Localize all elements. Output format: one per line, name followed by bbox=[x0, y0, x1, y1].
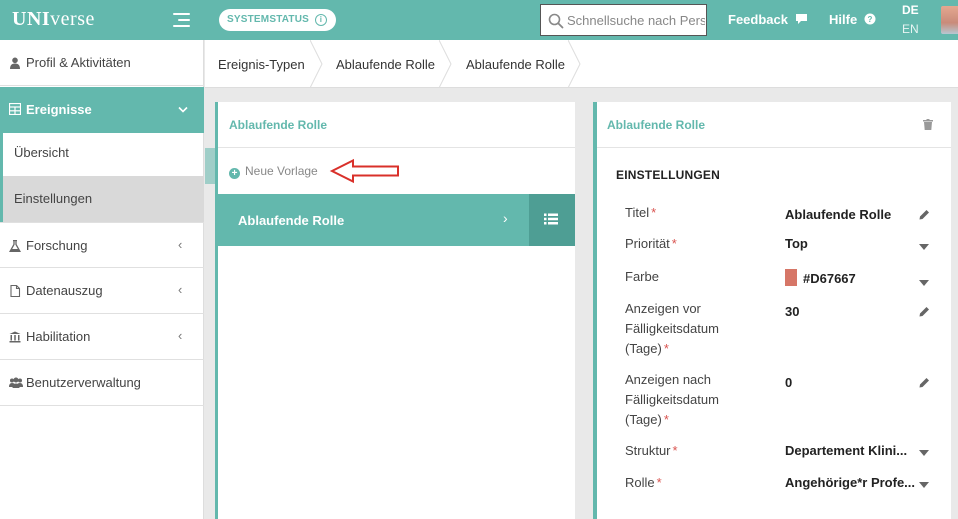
field-label-priority: Priorität * bbox=[625, 236, 677, 251]
color-swatch bbox=[785, 269, 797, 286]
quick-search[interactable] bbox=[540, 4, 707, 36]
search-icon bbox=[548, 13, 564, 29]
caret-down-icon[interactable] bbox=[919, 450, 929, 456]
feedback-link[interactable]: Feedback bbox=[728, 12, 808, 27]
table-icon bbox=[9, 103, 21, 115]
chevron-left-icon: ‹ bbox=[178, 282, 183, 297]
pencil-icon[interactable] bbox=[919, 377, 930, 388]
breadcrumb: Ereignis-Typen Ablaufende Rolle Ablaufen… bbox=[205, 40, 958, 88]
chevron-left-icon: ‹ bbox=[178, 328, 183, 343]
breadcrumb-separator bbox=[439, 40, 452, 88]
panel-header: Ablaufende Rolle bbox=[597, 102, 951, 148]
users-icon bbox=[9, 377, 23, 388]
sidebar: Profil & Aktivitäten Ereignisse Übersich… bbox=[0, 40, 204, 519]
search-input[interactable] bbox=[567, 5, 705, 35]
plus-circle-icon: + bbox=[229, 168, 240, 179]
user-icon bbox=[10, 57, 20, 69]
brand-area: UNIverse bbox=[0, 0, 204, 40]
breadcrumb-separator bbox=[568, 40, 581, 88]
chevron-down-icon bbox=[178, 106, 188, 113]
field-label-color: Farbe bbox=[625, 269, 659, 284]
sidebar-item-research[interactable]: Forschung ‹ bbox=[0, 222, 204, 268]
file-icon bbox=[10, 285, 21, 297]
panel-accent bbox=[205, 148, 215, 184]
field-value-show-before[interactable]: 30 bbox=[785, 304, 799, 319]
field-value-structure[interactable]: Departement Klini... bbox=[785, 443, 907, 458]
breadcrumb-item[interactable]: Ereignis-Typen bbox=[218, 57, 305, 72]
brand-logo[interactable]: UNIverse bbox=[12, 8, 95, 31]
help-link[interactable]: Hilfe ? bbox=[829, 12, 876, 27]
sidebar-subitem-settings[interactable]: Einstellungen bbox=[0, 176, 204, 222]
sidebar-item-user-management[interactable]: Benutzerverwaltung bbox=[0, 360, 204, 406]
field-value-title[interactable]: Ablaufende Rolle bbox=[785, 207, 891, 222]
menu-toggle-icon[interactable] bbox=[173, 13, 190, 27]
list-item[interactable]: Ablaufende Rolle › bbox=[218, 194, 575, 246]
info-icon: i bbox=[315, 14, 327, 26]
breadcrumb-item[interactable]: Ablaufende Rolle bbox=[336, 57, 435, 72]
svg-text:?: ? bbox=[867, 15, 872, 24]
trash-icon[interactable] bbox=[923, 119, 933, 130]
lang-en[interactable]: EN bbox=[902, 22, 919, 36]
sidebar-item-events[interactable]: Ereignisse bbox=[0, 87, 204, 133]
template-list-panel: Ablaufende Rolle + Neue Vorlage Ablaufend… bbox=[215, 102, 575, 519]
breadcrumb-separator bbox=[310, 40, 323, 88]
avatar[interactable] bbox=[941, 6, 958, 34]
chevron-right-icon: › bbox=[503, 210, 508, 226]
caret-down-icon[interactable] bbox=[919, 482, 929, 488]
sidebar-item-profile[interactable]: Profil & Aktivitäten bbox=[0, 40, 204, 86]
question-icon: ? bbox=[864, 13, 876, 25]
chevron-left-icon: ‹ bbox=[178, 237, 183, 252]
field-value-show-after[interactable]: 0 bbox=[785, 375, 792, 390]
system-status-badge[interactable]: SYSTEMSTATUS i bbox=[219, 9, 336, 31]
list-action-button[interactable] bbox=[529, 194, 575, 246]
panel-header: Ablaufende Rolle bbox=[218, 102, 575, 148]
sidebar-subitem-overview[interactable]: Übersicht bbox=[0, 130, 204, 176]
field-label-show-after: Anzeigen nach Fälligkeitsdatum (Tage) * bbox=[625, 372, 719, 427]
pencil-icon[interactable] bbox=[919, 209, 930, 220]
sidebar-item-data-export[interactable]: Datenauszug ‹ bbox=[0, 268, 204, 314]
settings-panel: Ablaufende Rolle EINSTELLUNGEN Titel * Ab… bbox=[593, 102, 951, 519]
panel-title: Ablaufende Rolle bbox=[229, 118, 328, 132]
sidebar-item-habilitation[interactable]: Habilitation ‹ bbox=[0, 314, 204, 360]
breadcrumb-item[interactable]: Ablaufende Rolle bbox=[466, 57, 565, 72]
panel-title: Ablaufende Rolle bbox=[607, 118, 706, 132]
arrow-annotation-icon bbox=[329, 158, 399, 184]
field-label-show-before: Anzeigen vor Fälligkeitsdatum (Tage) * bbox=[625, 301, 719, 356]
lang-de[interactable]: DE bbox=[902, 3, 919, 17]
pencil-icon[interactable] bbox=[919, 306, 930, 317]
field-label-structure: Struktur * bbox=[625, 443, 678, 458]
list-icon bbox=[544, 213, 558, 225]
caret-down-icon[interactable] bbox=[919, 280, 929, 286]
field-value-role[interactable]: Angehörige*r Profe... bbox=[785, 475, 915, 490]
field-label-role: Rolle * bbox=[625, 475, 662, 490]
field-value-priority[interactable]: Top bbox=[785, 236, 808, 251]
comment-icon bbox=[795, 14, 807, 24]
section-title: EINSTELLUNGEN bbox=[616, 168, 720, 182]
institution-icon bbox=[9, 331, 21, 343]
caret-down-icon[interactable] bbox=[919, 244, 929, 250]
new-template-button[interactable]: + Neue Vorlage bbox=[229, 164, 318, 179]
field-value-color[interactable]: #D67667 bbox=[785, 269, 856, 286]
flask-icon bbox=[9, 240, 21, 252]
field-label-title: Titel * bbox=[625, 205, 657, 220]
